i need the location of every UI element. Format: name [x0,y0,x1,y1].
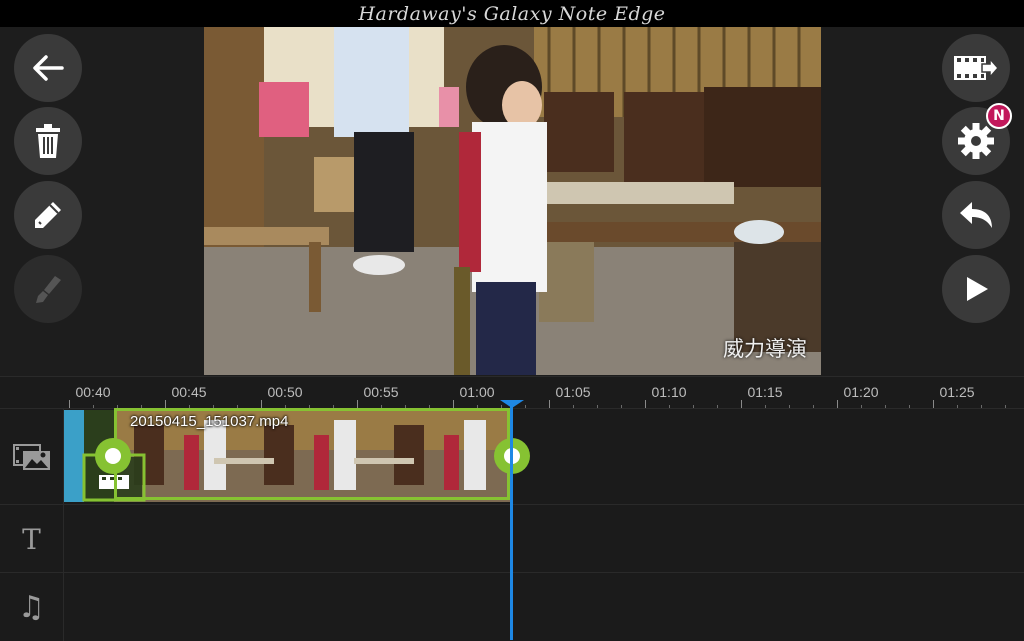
undo-icon [960,202,992,228]
ruler-label: 00:45 [171,384,207,400]
back-button[interactable] [14,34,82,102]
ruler-label: 00:50 [267,384,303,400]
tools-button[interactable] [14,255,82,323]
delete-button[interactable] [14,107,82,175]
trash-icon [36,124,60,158]
ruler-label: 01:20 [843,384,879,400]
app-watermark: 威力導演 [723,337,807,361]
ruler-label: 01:05 [555,384,591,400]
ruler-label: 01:10 [651,384,687,400]
film-export-icon [954,56,1000,80]
music-note-icon: ♫ [18,589,45,625]
play-button[interactable] [942,255,1010,323]
pencil-icon [35,202,61,228]
ruler-label: 00:40 [75,384,111,400]
brush-icon [36,276,61,303]
video-track-icon [12,444,50,470]
ruler-label: 00:55 [363,384,399,400]
ruler-label: 01:15 [747,384,783,400]
undo-button[interactable] [942,181,1010,249]
text-track-icon: T [22,522,41,556]
device-watermark: Hardaway's Galaxy Note Edge [358,2,666,25]
gear-icon [958,123,994,159]
video-preview[interactable]: 威力導演 [204,27,821,375]
audio-track-icon-wrap: ♫ [0,573,64,641]
arrow-left-icon [33,55,64,81]
preview-frame-image [204,27,821,375]
playhead[interactable] [510,403,513,640]
trim-handle-start-dot [105,448,121,464]
text-track-icon-wrap: T [0,505,64,573]
ruler-label: 01:25 [939,384,975,400]
settings-button[interactable]: N [942,103,1012,175]
new-badge: N [986,103,1012,129]
top-strip: Hardaway's Galaxy Note Edge [0,0,1024,27]
play-icon [967,277,988,301]
edit-button[interactable] [14,181,82,249]
trim-handle-start[interactable] [95,438,131,474]
ruler-label: 01:00 [459,384,495,400]
video-track-icon-wrap [0,409,64,505]
clip-filename: 20150415_151037.mp4 [130,413,289,430]
export-button[interactable] [942,34,1010,102]
